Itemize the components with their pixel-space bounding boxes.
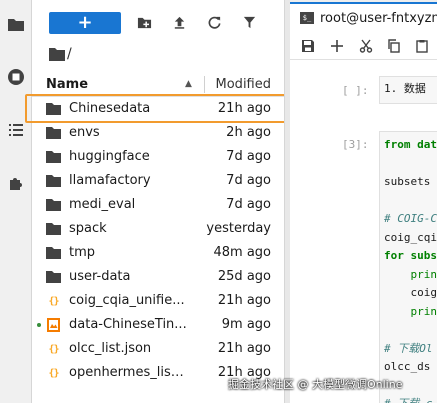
file-name: openhermes_list.... bbox=[69, 365, 187, 380]
cut-icon[interactable] bbox=[358, 38, 374, 54]
activity-bar bbox=[0, 0, 32, 403]
new-folder-icon[interactable] bbox=[135, 13, 153, 31]
file-modified: 9m ago bbox=[221, 317, 271, 332]
terminal-icon: $_ bbox=[300, 12, 314, 24]
sort-ascending-icon[interactable]: ▲ bbox=[185, 79, 192, 89]
folder-icon bbox=[46, 150, 61, 164]
file-modified: 25d ago bbox=[217, 269, 271, 284]
file-name: llamafactory bbox=[69, 173, 151, 188]
file-modified: 48m ago bbox=[213, 245, 271, 260]
file-modified: 7d ago bbox=[226, 197, 271, 212]
file-row[interactable]: medi_eval 7d ago bbox=[32, 193, 284, 217]
code-line: # 下载Ol bbox=[384, 341, 433, 355]
new-launcher-button[interactable]: + bbox=[49, 12, 121, 34]
refresh-icon[interactable] bbox=[205, 13, 223, 31]
file-browser-icon[interactable] bbox=[0, 8, 32, 40]
paste-icon[interactable] bbox=[414, 38, 430, 54]
json-file-icon: {} bbox=[48, 367, 59, 379]
file-modified: yesterday bbox=[206, 221, 271, 236]
tab-terminal[interactable]: $_ root@user-fntxyzm bbox=[290, 2, 437, 32]
code-line: subsets bbox=[384, 175, 431, 188]
tab-bar: $_ root@user-fntxyzm bbox=[290, 0, 437, 32]
json-file-icon: {} bbox=[48, 295, 59, 307]
folder-icon bbox=[46, 126, 61, 140]
file-name: medi_eval bbox=[69, 197, 136, 212]
file-row[interactable]: data-ChineseTin... 9m ago bbox=[32, 313, 284, 337]
code-line: # 下载 c bbox=[384, 395, 433, 403]
notebook-toolbar bbox=[290, 32, 437, 60]
running-indicator bbox=[37, 323, 41, 327]
file-name: envs bbox=[69, 125, 100, 140]
file-row[interactable]: tmp 48m ago bbox=[32, 241, 284, 265]
code-line: # COIG-C bbox=[384, 212, 437, 225]
file-name: olcc_list.json bbox=[69, 341, 152, 356]
file-name: tmp bbox=[69, 245, 96, 260]
save-icon[interactable] bbox=[300, 38, 316, 54]
folder-icon bbox=[46, 222, 61, 236]
notebook-icon bbox=[46, 318, 61, 332]
running-kernels-icon[interactable] bbox=[0, 61, 32, 93]
file-row[interactable]: spack yesterday bbox=[32, 217, 284, 241]
extensions-icon[interactable] bbox=[0, 167, 32, 199]
upload-icon[interactable] bbox=[170, 13, 188, 31]
column-divider[interactable] bbox=[204, 76, 205, 93]
code-line: 1. 数据 bbox=[384, 82, 426, 95]
code-line: from dat bbox=[384, 138, 437, 151]
code-line: for subs bbox=[384, 249, 437, 262]
cell-prompt: [ ]: bbox=[342, 84, 369, 97]
file-row[interactable]: envs 2h ago bbox=[32, 121, 284, 145]
file-modified: 21h ago bbox=[217, 293, 271, 308]
name-column-header[interactable]: Name bbox=[46, 77, 88, 92]
notebook-panel: $_ root@user-fntxyzm [ ]: 1. 数据 [3]: fro… bbox=[290, 0, 437, 403]
folder-icon bbox=[46, 246, 61, 260]
watermark: 掘金技术社区 @ 大模型微调Online bbox=[228, 378, 403, 391]
breadcrumb-separator[interactable]: / bbox=[67, 46, 72, 62]
code-line: prin bbox=[384, 304, 437, 318]
file-modified: 7d ago bbox=[226, 149, 271, 164]
file-name: huggingface bbox=[69, 149, 150, 164]
file-row[interactable]: llamafactory 7d ago bbox=[32, 169, 284, 193]
file-row[interactable]: huggingface 7d ago bbox=[32, 145, 284, 169]
home-folder-icon[interactable] bbox=[49, 47, 65, 61]
add-cell-icon[interactable] bbox=[329, 38, 345, 54]
code-line: coig bbox=[384, 286, 437, 299]
file-row[interactable]: {} olcc_list.json 21h ago bbox=[32, 337, 284, 361]
tab-title: root@user-fntxyzm bbox=[320, 10, 437, 26]
json-file-icon: {} bbox=[48, 343, 59, 355]
file-name: coig_cqia_unifie... bbox=[69, 293, 185, 308]
cell-prompt: [3]: bbox=[342, 138, 369, 151]
modified-column-header[interactable]: Modified bbox=[216, 77, 271, 92]
folder-icon bbox=[46, 174, 61, 188]
filter-icon[interactable] bbox=[240, 13, 258, 31]
code-line: coig_cqia bbox=[384, 230, 437, 244]
selection-highlight bbox=[25, 94, 297, 123]
file-browser-panel: + / Name ▲ Modified Chinesedata 21h ago en… bbox=[32, 0, 284, 403]
file-name: data-ChineseTin... bbox=[69, 317, 187, 332]
code-line: prin bbox=[384, 267, 437, 281]
file-name: user-data bbox=[69, 269, 131, 284]
file-list: Chinesedata 21h ago envs 2h ago huggingface 7… bbox=[32, 97, 284, 385]
copy-icon[interactable] bbox=[386, 38, 402, 54]
folder-icon bbox=[46, 198, 61, 212]
file-modified: 21h ago bbox=[217, 341, 271, 356]
code-line: olcc_ds bbox=[384, 360, 431, 373]
file-row[interactable]: user-data 25d ago bbox=[32, 265, 284, 289]
folder-icon bbox=[46, 270, 61, 284]
file-browser-toolbar: + bbox=[32, 0, 284, 42]
file-modified: 7d ago bbox=[226, 173, 271, 188]
file-modified: 2h ago bbox=[226, 125, 271, 140]
file-row[interactable]: {} coig_cqia_unifie... 21h ago bbox=[32, 289, 284, 313]
file-name: spack bbox=[69, 221, 107, 236]
